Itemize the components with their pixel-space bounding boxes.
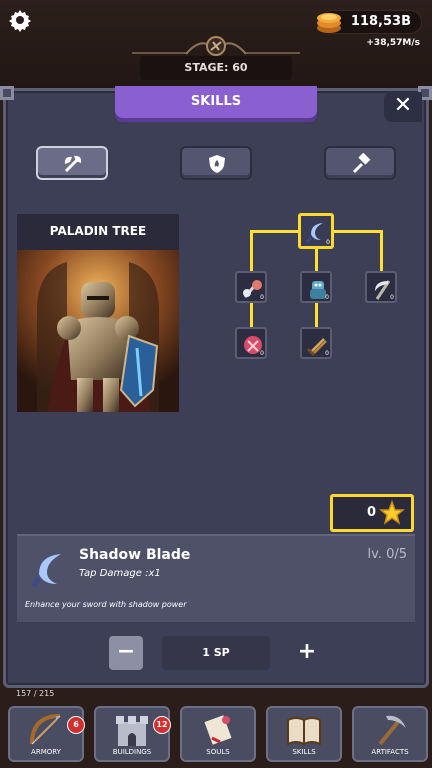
skill-name: Shadow Blade [79, 547, 191, 563]
category-hammer-button[interactable] [324, 146, 396, 180]
minus-icon: − [116, 639, 136, 664]
skill-level: lv. 0/5 [367, 547, 407, 562]
nav-label: SKILLS [292, 748, 316, 756]
skill-detail-panel: Shadow Blade Tap Damage :x1 lv. 0/5 Enha… [17, 534, 415, 622]
nav-label: ARTIFACTS [371, 748, 409, 756]
paladin-tree-title: PALADIN TREE [49, 224, 147, 238]
nav-artifacts[interactable]: ARTIFACTS [352, 706, 428, 762]
paladin-portrait [17, 250, 179, 412]
skill-node-rage[interactable]: 0 [235, 327, 267, 359]
fire-shield-icon [209, 155, 225, 173]
skills-tab-title: SKILLS [190, 94, 242, 109]
category-fire-button[interactable] [180, 146, 252, 180]
scroll-icon [204, 715, 232, 745]
increase-button[interactable]: + [290, 636, 324, 670]
star-icon [379, 500, 405, 525]
tree-link-left-lower [250, 302, 253, 328]
category-axe-button[interactable] [36, 146, 108, 180]
close-icon: ✕ [393, 93, 413, 118]
nav-armory[interactable]: ARMORY [8, 706, 84, 762]
book-icon [287, 717, 321, 746]
nav-skills[interactable]: SKILLS [266, 706, 342, 762]
gold-rate: +38,57M/s [366, 38, 420, 48]
skill-node-level: 0 [325, 350, 329, 357]
axe-icon [64, 155, 82, 173]
tree-link-center [315, 248, 318, 272]
skill-node-level: 0 [390, 294, 394, 301]
skill-node-level: 0 [260, 350, 264, 357]
armory-badge: 6 [67, 716, 85, 734]
close-button[interactable]: ✕ [384, 92, 422, 122]
tree-link-center-lower [315, 302, 318, 328]
unit-count: 157 / 215 [16, 689, 55, 698]
stage-label: STAGE: 60 [184, 61, 248, 74]
skill-node-scythe[interactable]: 0 [365, 271, 397, 303]
gear-icon[interactable] [8, 8, 32, 32]
skill-node-guardian[interactable]: 0 [300, 271, 332, 303]
nav-label: SOULS [206, 748, 230, 756]
skill-node-level: 0 [325, 294, 329, 301]
nav-label: ARMORY [31, 748, 61, 756]
skill-node-daggers[interactable]: 0 [300, 327, 332, 359]
decrease-button[interactable]: − [109, 636, 143, 670]
skill-points-box: 0 [330, 494, 414, 532]
tree-link-left [250, 230, 253, 272]
gold-coin-icon [317, 13, 341, 33]
bow-icon [30, 714, 61, 745]
skill-description: Enhance your sword with shadow power [25, 600, 187, 609]
plus-icon: + [297, 639, 317, 664]
buildings-badge: 12 [153, 716, 171, 734]
skill-points-value: 0 [367, 505, 377, 520]
skill-node-level: 0 [326, 239, 330, 246]
nav-buildings[interactable]: BUILDINGS [94, 706, 170, 762]
tree-link-right [380, 230, 383, 272]
gold-counter: 118,53B [317, 10, 422, 34]
skill-effect: Tap Damage :x1 [79, 568, 161, 579]
skill-node-sword-mastery[interactable]: 0 [235, 271, 267, 303]
gold-value: 118,53B [350, 14, 411, 29]
hammer-icon [352, 153, 371, 174]
skill-node-shadow-blade[interactable]: 0 [298, 213, 334, 249]
stage-indicator: STAGE: 60 [140, 56, 292, 80]
skill-node-level: 0 [260, 294, 264, 301]
paladin-tree-card: PALADIN TREE [17, 214, 179, 412]
shadow-blade-icon [31, 554, 61, 588]
nav-label: BUILDINGS [112, 748, 152, 756]
nav-souls[interactable]: SOULS [180, 706, 256, 762]
upgrade-cost-button[interactable]: 1 SP [162, 636, 270, 670]
skills-tab-header: SKILLS [115, 86, 317, 118]
top-bar: 118,53B +38,57M/s STAGE: 60 [0, 0, 432, 88]
castle-icon [116, 716, 148, 746]
pickaxe-icon [378, 715, 406, 746]
panel-corner-top-left [0, 86, 14, 100]
